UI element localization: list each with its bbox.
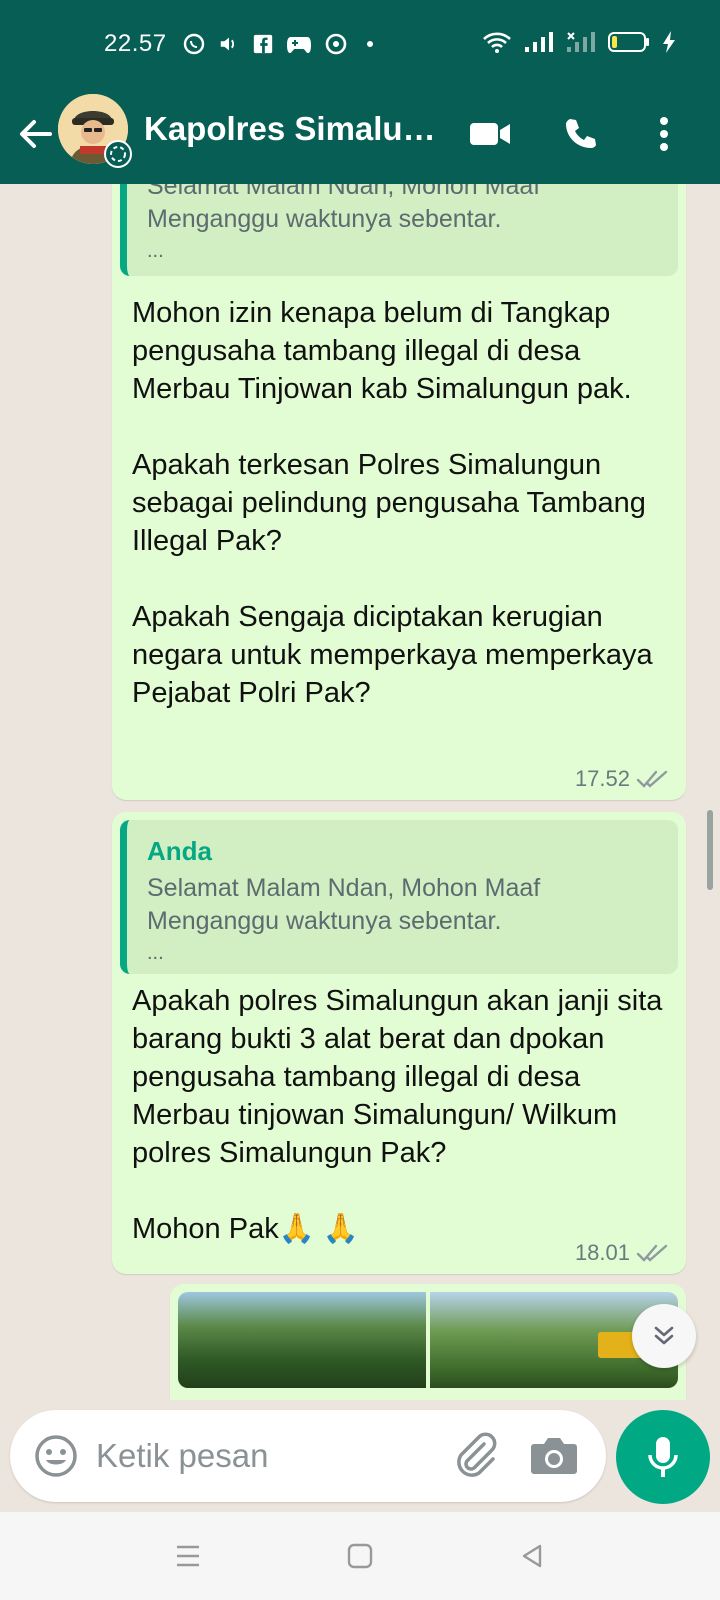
voice-call-icon (566, 119, 596, 148)
microphone-icon (648, 1437, 678, 1477)
message-meta: 17.52 (575, 766, 670, 792)
double-chevron-down-icon (654, 1326, 674, 1345)
message-time: 17.52 (574, 766, 630, 791)
menu-lines-icon (177, 1545, 199, 1567)
message-input[interactable] (96, 1428, 426, 1484)
quoted-ellipsis: ... (147, 942, 164, 964)
chat-header: Kapolres Simalungun (0, 88, 720, 184)
volume-icon (220, 37, 235, 51)
status-time: 22.57 (104, 30, 167, 57)
message-text: Apakah polres Simalungun akan janji sita… (132, 985, 663, 1245)
battery-icon (608, 32, 649, 52)
status-dashed-icon (110, 146, 126, 162)
scroll-to-bottom-button[interactable] (632, 1304, 696, 1368)
quoted-message[interactable]: Anda Selamat Malam Ndan, Mohon Maaf Meng… (120, 820, 678, 974)
video-call-icon (470, 123, 510, 145)
scrollbar-thumb[interactable] (707, 810, 713, 890)
paperclip-icon (457, 1432, 497, 1477)
message-text: Mohon izin kenapa belum di Tangkap pengu… (132, 297, 653, 709)
home-nav-button[interactable] (342, 1538, 378, 1574)
message-time: 18.01 (574, 1240, 630, 1265)
back-arrow-icon (20, 120, 52, 148)
attach-button[interactable] (450, 1430, 502, 1482)
outgoing-message[interactable]: Selamat Malam Ndan, Mohon Maaf Menganggu… (112, 184, 686, 800)
quoted-text: Selamat Malam Ndan, Mohon Maaf Menganggu… (147, 184, 541, 233)
menu-nav-button[interactable] (170, 1538, 206, 1574)
signal-x-icon (567, 32, 595, 52)
more-options-button[interactable] (640, 110, 688, 158)
outgoing-image-message[interactable] (170, 1284, 686, 1400)
quoted-ellipsis: ... (147, 240, 164, 262)
outgoing-message[interactable]: Anda Selamat Malam Ndan, Mohon Maaf Meng… (112, 812, 686, 1274)
dot-icon (367, 41, 373, 47)
facebook-icon (253, 34, 273, 54)
message-composer (10, 1410, 606, 1502)
square-icon (347, 1543, 373, 1569)
double-check-icon (636, 770, 668, 788)
status-bar: 22.57 (0, 0, 720, 88)
system-nav-bar (0, 1512, 720, 1600)
message-meta: 18.01 (575, 1240, 670, 1266)
back-nav-button[interactable] (514, 1538, 550, 1574)
quoted-author: Anda (147, 836, 212, 866)
location-icon (325, 33, 347, 55)
voice-message-button[interactable] (616, 1410, 710, 1504)
status-indicator (104, 140, 132, 168)
image-thumbnail[interactable] (178, 1292, 426, 1388)
camera-button[interactable] (528, 1432, 580, 1480)
emoji-icon (35, 1435, 77, 1477)
charging-icon (663, 31, 675, 53)
chat-area[interactable]: Selamat Malam Ndan, Mohon Maaf Menganggu… (0, 184, 720, 1400)
image-grid[interactable] (178, 1292, 678, 1388)
emoji-button[interactable] (32, 1432, 80, 1480)
video-call-button[interactable] (466, 110, 514, 158)
double-check-icon (636, 1244, 668, 1262)
signal-icon (525, 32, 553, 52)
wifi-icon (483, 32, 511, 53)
camera-icon (531, 1438, 577, 1474)
quoted-message[interactable]: Selamat Malam Ndan, Mohon Maaf Menganggu… (120, 184, 678, 276)
gamepad-icon (287, 37, 311, 53)
whatsapp-icon (183, 33, 205, 55)
voice-call-button[interactable] (556, 110, 604, 158)
contact-name[interactable]: Kapolres Simalungun (144, 110, 444, 148)
triangle-back-icon (522, 1544, 542, 1568)
back-button[interactable] (14, 112, 58, 156)
more-options-icon (660, 117, 668, 151)
quoted-text: Selamat Malam Ndan, Mohon Maaf Menganggu… (147, 874, 541, 935)
